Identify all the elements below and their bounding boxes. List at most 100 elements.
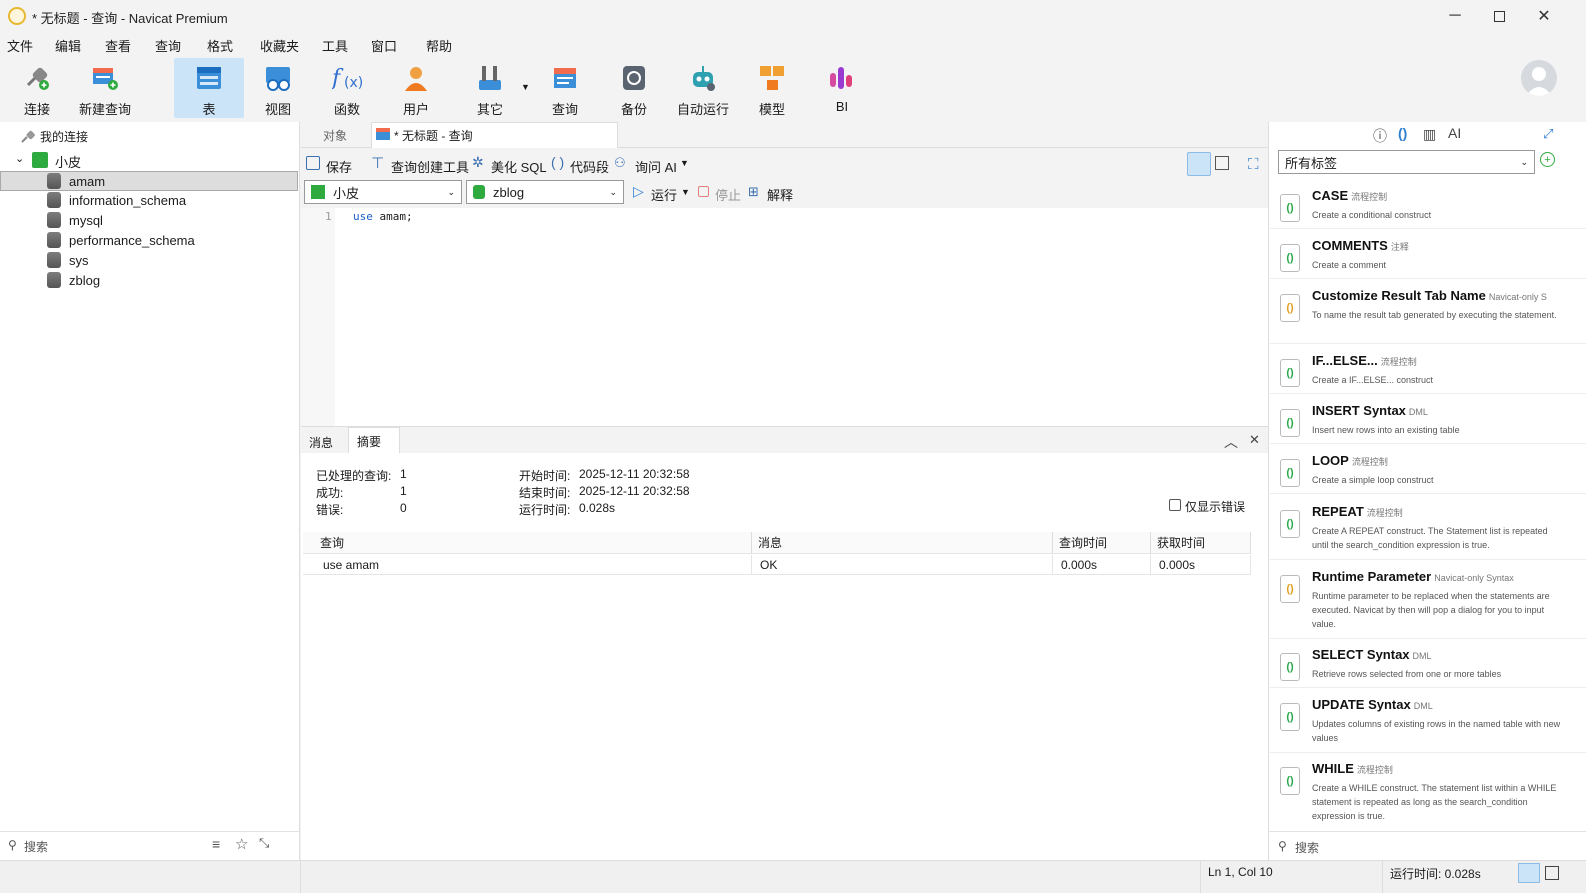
column-header-query-time[interactable]: 查询时间 — [1053, 532, 1151, 554]
tree-item-mysql[interactable]: mysql — [0, 210, 298, 230]
filter-icon[interactable]: ≡ — [212, 836, 220, 852]
toolbar-function-button[interactable]: f (x) 函数 — [312, 58, 382, 118]
snippet-desc: Insert new rows into an existing table — [1312, 425, 1460, 435]
snippet-case[interactable]: () CASE 流程控制 Create a conditional construct — [1270, 182, 1586, 229]
chevron-down-icon[interactable]: ⌄ — [15, 152, 24, 165]
toolbar-automation-button[interactable]: 自动运行 — [668, 58, 738, 118]
toolbar-backup-button[interactable]: 备份 — [599, 58, 669, 118]
sql-editor[interactable] — [301, 208, 1268, 426]
snippet-select-syntax[interactable]: () SELECT Syntax DML Retrieve rows selected… — [1270, 641, 1586, 688]
tree-item-zblog[interactable]: zblog — [0, 270, 298, 290]
nav-search-input[interactable]: 搜索 — [24, 838, 48, 855]
snippet-loop[interactable]: () LOOP 流程控制 Create a simple loop construct — [1270, 447, 1586, 494]
star-icon[interactable]: ☆ — [235, 835, 248, 853]
snippet-tag-filter[interactable]: 所有标签 ⌄ — [1278, 150, 1535, 174]
snippet-update-syntax[interactable]: () UPDATE Syntax DML Updates columns of exi… — [1270, 691, 1586, 753]
collapse-icon[interactable]: ⤡ — [259, 835, 269, 851]
stop-button[interactable]: 停止 — [715, 185, 741, 204]
menu-tools[interactable]: 工具 — [322, 36, 348, 55]
menu-file[interactable]: 文件 — [7, 36, 33, 55]
run-dropdown-icon[interactable]: ▼ — [681, 187, 690, 197]
menu-edit[interactable]: 编辑 — [55, 36, 81, 55]
layout-vertical-button[interactable] — [1215, 156, 1229, 170]
sql-code-line[interactable]: use amam; — [353, 210, 413, 223]
snippet-repeat[interactable]: () REPEAT 流程控制 Create A REPEAT construct. T… — [1270, 498, 1586, 560]
menu-view[interactable]: 查看 — [105, 36, 131, 55]
snippet-tab-icon[interactable]: () — [1398, 125, 1407, 141]
menu-window[interactable]: 窗口 — [371, 36, 397, 55]
toolbar-other-button[interactable]: 其它 — [455, 58, 525, 118]
menu-query[interactable]: 查询 — [155, 36, 181, 55]
info-icon[interactable]: ⓘ — [1373, 126, 1387, 146]
table-cell[interactable]: 0.000s — [1151, 555, 1251, 575]
save-button[interactable]: 保存 — [326, 157, 352, 176]
panel-toggle-left-button[interactable] — [1518, 863, 1540, 883]
table-cell[interactable]: OK — [752, 555, 1053, 575]
column-header-query[interactable]: 查询 — [303, 532, 752, 554]
snippet-if-else[interactable]: () IF...ELSE... 流程控制 Create a IF...ELSE... … — [1270, 347, 1586, 394]
toolbar-connect-button[interactable]: 连接 — [2, 58, 72, 118]
toolbar-model-button[interactable]: 模型 — [737, 58, 807, 118]
toolbar-table-button[interactable]: 表 — [174, 58, 244, 118]
snippet-while[interactable]: () WHILE 流程控制 Create a WHILE construct. The… — [1270, 755, 1586, 831]
tree-item-information-schema[interactable]: information_schema — [0, 190, 298, 210]
expand-icon[interactable]: ⤢ — [1543, 126, 1553, 142]
tree-item-performance-schema[interactable]: performance_schema — [0, 230, 298, 250]
search-icon: ⚲ — [1278, 839, 1287, 853]
database-select[interactable]: zblog ⌄ — [466, 180, 624, 204]
column-header-message[interactable]: 消息 — [752, 532, 1053, 554]
tree-item-sys[interactable]: sys — [0, 250, 298, 270]
table-cell[interactable]: use amam — [303, 555, 752, 575]
snippet-name: INSERT Syntax — [1312, 403, 1406, 418]
toolbar-query-button[interactable]: 查询 — [530, 58, 600, 118]
ask-ai-button[interactable]: 询问 AI — [635, 157, 677, 176]
toolbar-new-query-button[interactable]: 新建查询 — [70, 58, 140, 118]
my-connections-header[interactable]: 我的连接 — [40, 128, 88, 145]
ask-ai-dropdown-icon[interactable]: ▼ — [680, 158, 689, 168]
panel-toggle-right-button[interactable] — [1545, 866, 1559, 880]
add-snippet-icon[interactable]: + — [1540, 152, 1555, 167]
other-dropdown-arrow-icon[interactable]: ▼ — [521, 82, 530, 92]
beautify-sql-button[interactable]: 美化 SQL — [491, 157, 547, 176]
minimize-button[interactable]: ─ — [1432, 0, 1478, 32]
connection-select[interactable]: 小皮 ⌄ — [304, 180, 462, 204]
column-header-fetch-time[interactable]: 获取时间 — [1151, 532, 1251, 554]
code-snippet-button[interactable]: 代码段 — [570, 157, 609, 176]
database-icon — [47, 212, 61, 228]
menu-help[interactable]: 帮助 — [426, 36, 452, 55]
query-builder-button[interactable]: 查询创建工具 — [391, 157, 469, 176]
connection-name[interactable]: 小皮 — [55, 152, 81, 171]
toolbar-bi-button[interactable]: BI — [807, 58, 877, 118]
toolbar-user-button[interactable]: 用户 — [381, 58, 451, 118]
menu-format[interactable]: 格式 — [207, 36, 233, 55]
user-avatar[interactable] — [1521, 60, 1557, 96]
layout-horizontal-button[interactable] — [1187, 152, 1211, 176]
close-window-button[interactable]: ✕ — [1521, 0, 1567, 32]
snippet-insert-syntax[interactable]: () INSERT Syntax DML Insert new rows into a… — [1270, 397, 1586, 444]
close-result-icon[interactable]: ✕ — [1249, 432, 1260, 448]
tree-item-amam[interactable]: amam — [0, 171, 298, 191]
snippet-desc: Create A REPEAT construct. The Statement… — [1312, 526, 1548, 550]
snippet-search-input[interactable]: 搜索 — [1295, 839, 1319, 856]
run-button[interactable]: 运行 — [651, 185, 677, 204]
explain-button[interactable]: 解释 — [767, 185, 793, 204]
divider — [1269, 831, 1586, 832]
collapse-up-icon[interactable]: ︿ — [1224, 432, 1238, 452]
start-time-label: 开始时间: — [519, 469, 571, 483]
menu-favorites[interactable]: 收藏夹 — [260, 36, 299, 55]
tab-messages[interactable]: 消息 — [309, 434, 333, 451]
snippet-comments[interactable]: () COMMENTS 注释 Create a comment — [1270, 232, 1586, 279]
fullscreen-icon[interactable]: ⛶ — [1248, 156, 1259, 173]
snippet-customize-result-tab-name[interactable]: () Customize Result Tab Name Navicat-only … — [1270, 282, 1586, 344]
snippet-icon: () — [1280, 194, 1300, 222]
toolbar-view-button[interactable]: 视图 — [243, 58, 313, 118]
snippet-runtime-parameter[interactable]: () Runtime Parameter Navicat-only Syntax Ru… — [1270, 563, 1586, 639]
only-errors-checkbox[interactable] — [1169, 499, 1181, 511]
ai-icon[interactable]: AI — [1448, 125, 1461, 141]
maximize-button[interactable] — [1476, 0, 1522, 32]
snippet-icon: () — [1280, 244, 1300, 272]
tab-objects[interactable]: 对象 — [323, 127, 347, 144]
grid-icon[interactable]: ▥ — [1423, 126, 1436, 143]
table-cell[interactable]: 0.000s — [1053, 555, 1151, 575]
snippet-name: WHILE — [1312, 761, 1354, 776]
